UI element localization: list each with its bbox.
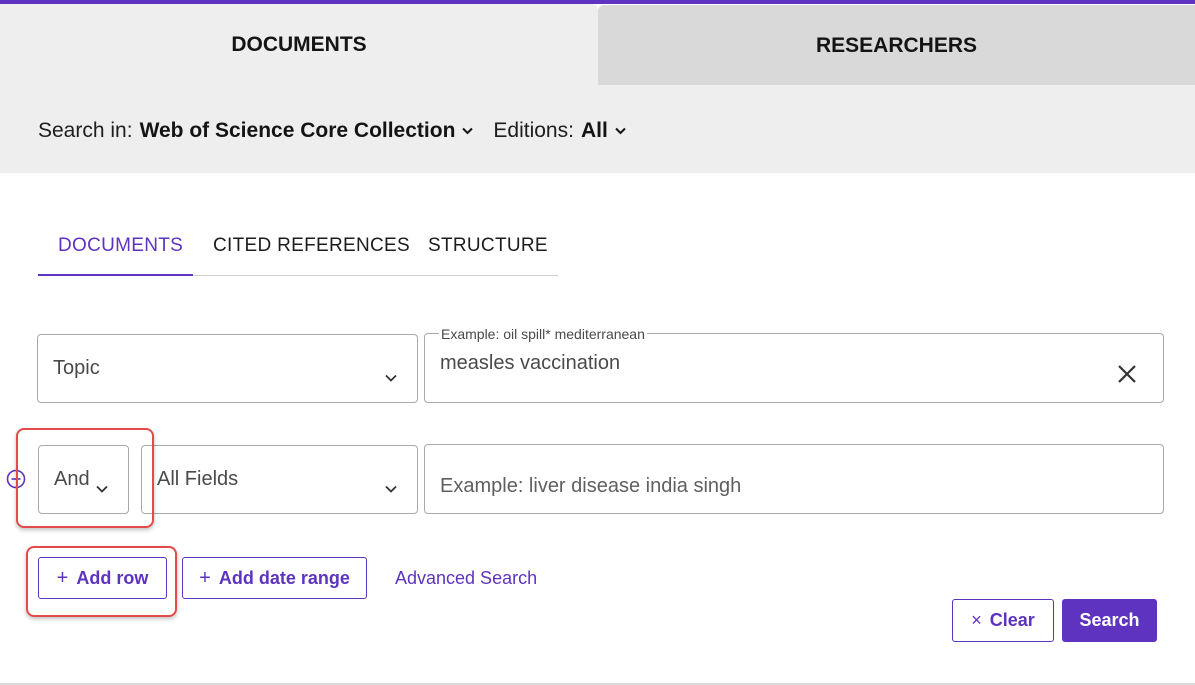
add-date-range-button[interactable]: + Add date range [182, 557, 367, 599]
editions-label: Editions: [493, 119, 574, 142]
subtab-documents[interactable]: DOCUMENTS [38, 226, 193, 276]
field-select-value: All Fields [157, 468, 239, 490]
close-icon[interactable] [1117, 364, 1137, 384]
clear-button[interactable]: × Clear [952, 599, 1054, 642]
tab-researchers[interactable]: RESEARCHERS [598, 5, 1195, 86]
add-row-label: Add row [76, 567, 149, 588]
circle-minus-icon[interactable] [6, 469, 26, 489]
editions-selector[interactable]: All [580, 119, 626, 143]
search-in-label: Search in: [38, 119, 133, 142]
operator-value: And [54, 468, 90, 490]
search-in-row: Search in: Web of Science Core Collectio… [38, 117, 626, 145]
collection-value: Web of Science Core Collection [139, 119, 456, 142]
plus-icon: + [56, 566, 69, 589]
chevron-down-icon [96, 476, 108, 499]
clear-label: Clear [989, 610, 1035, 630]
add-date-range-label: Add date range [218, 567, 350, 588]
editions-value: All [580, 119, 608, 142]
field-select-row2[interactable]: All Fields [141, 445, 418, 514]
close-icon: × [971, 610, 982, 630]
collection-selector[interactable]: Web of Science Core Collection [139, 119, 474, 143]
subtab-structure[interactable]: STRUCTURE [428, 226, 548, 275]
search-type-tabs: DOCUMENTS CITED REFERENCES STRUCTURE [38, 226, 558, 276]
search-input-hint: Example: oil spill* mediterranean [439, 326, 647, 342]
advanced-search-link[interactable]: Advanced Search [395, 568, 537, 589]
chevron-down-icon [462, 127, 474, 136]
plus-icon: + [199, 566, 211, 589]
search-input-row1[interactable]: Example: oil spill* mediterranean measle… [424, 327, 1164, 403]
chevron-down-icon [615, 127, 626, 136]
field-select-value: Topic [53, 357, 100, 379]
search-input-placeholder: Example: liver disease india singh [440, 475, 742, 497]
field-select-row1[interactable]: Topic [37, 334, 418, 403]
subtab-cited-references[interactable]: CITED REFERENCES [213, 226, 410, 275]
search-input-value: measles vaccination [440, 352, 621, 374]
add-row-button[interactable]: + Add row [38, 557, 167, 599]
search-button[interactable]: Search [1062, 599, 1157, 642]
tab-documents[interactable]: DOCUMENTS [0, 4, 598, 85]
chevron-down-icon [385, 365, 397, 388]
chevron-down-icon [385, 476, 397, 499]
search-input-row2[interactable]: Example: liver disease india singh [424, 444, 1164, 514]
operator-select[interactable]: And [38, 445, 129, 514]
